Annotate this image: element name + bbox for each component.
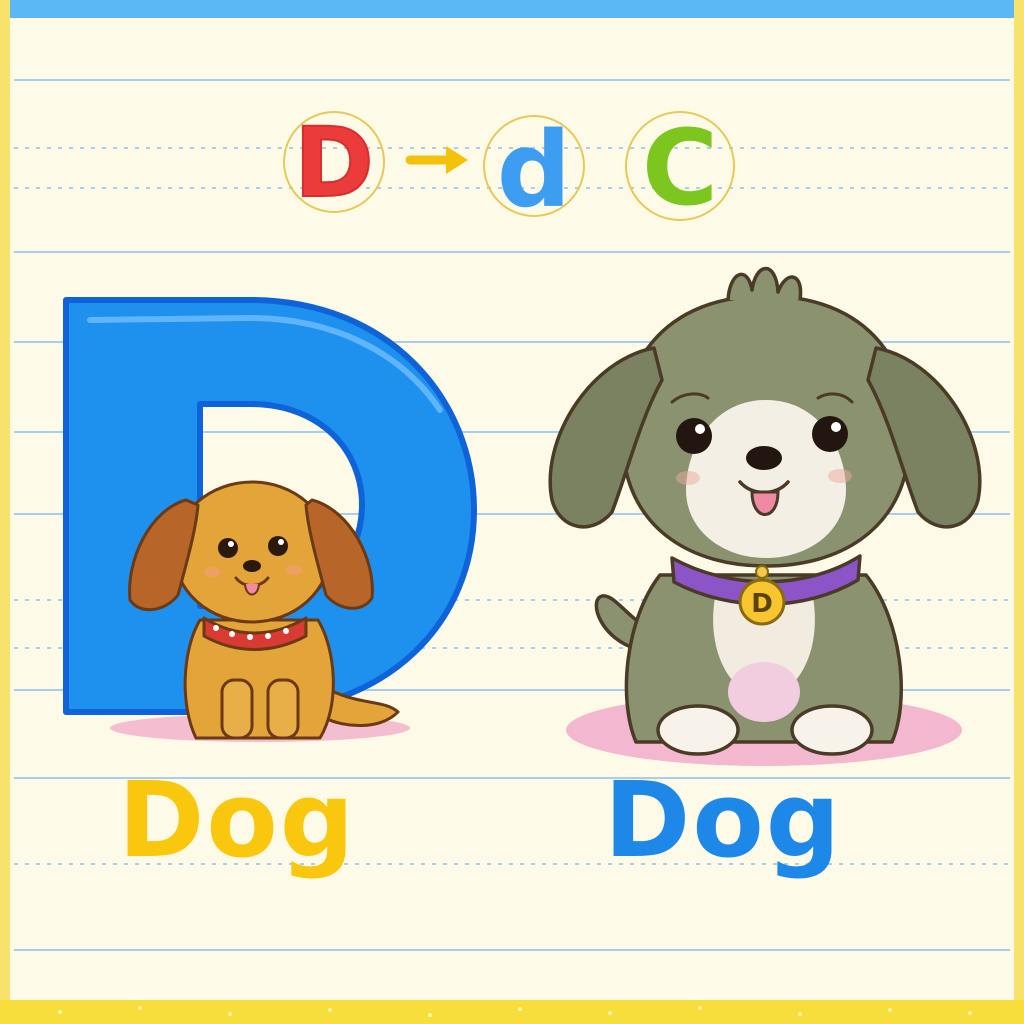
big-dog-eye [812,416,848,452]
big-dog-tongue [750,490,780,516]
top-border [0,0,1024,18]
big-dog-nose [746,446,782,470]
small-dog-nose [243,560,261,572]
small-dog-leg [220,678,254,740]
header-letter-c: C [642,107,718,229]
header-letter-lowercase: d [497,109,571,231]
header-row: D d C [283,106,735,231]
small-dog-leg [266,678,300,740]
bottom-border [0,1000,1024,1024]
right-border [1014,0,1024,1024]
paw-icon [790,704,874,756]
header-letter-uppercase: D [294,107,374,219]
left-border [0,0,10,1024]
big-dog-eye [676,418,712,454]
word-dog-left: Dog [118,759,357,881]
alphabet-card: D d C D Dog Dog [0,0,1024,1024]
small-dog-eye [218,538,238,558]
dog-tag-letter: D [751,589,773,619]
small-dog-eye [268,536,288,556]
word-dog-right: Dog [604,759,843,881]
paw-icon [656,704,740,756]
